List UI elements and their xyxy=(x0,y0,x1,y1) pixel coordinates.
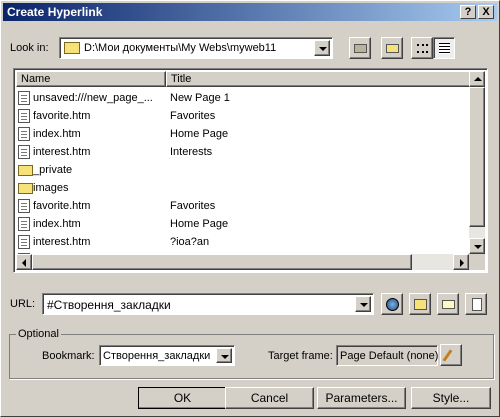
title-bar[interactable]: Create Hyperlink ? X xyxy=(3,3,497,21)
bookmark-combo[interactable]: Створення_закладки xyxy=(99,345,235,366)
chevron-down-icon[interactable] xyxy=(314,40,330,56)
file-icon xyxy=(18,145,30,159)
target-frame-value: Page Default (none) xyxy=(340,350,439,362)
folder-search-icon xyxy=(414,299,427,310)
list-item-title: Favorites xyxy=(170,200,216,212)
list-item-title: Favorites xyxy=(170,110,216,122)
lookin-combo[interactable]: D:\Мои документы\My Webs\myweb11 xyxy=(59,37,333,59)
envelope-icon xyxy=(442,300,455,309)
list-view-button[interactable] xyxy=(411,37,433,59)
browse-file-button[interactable] xyxy=(409,293,431,315)
list-item[interactable]: interest.htm Interests xyxy=(16,143,472,161)
file-icon xyxy=(18,91,30,105)
scroll-thumb[interactable] xyxy=(469,87,485,227)
parameters-button[interactable]: Parameters... xyxy=(317,387,406,409)
new-folder-icon xyxy=(386,44,399,53)
column-header-title[interactable]: Title xyxy=(166,71,471,87)
edit-target-button[interactable] xyxy=(440,344,462,366)
scroll-left-button[interactable] xyxy=(16,254,32,270)
hscroll-thumb[interactable] xyxy=(32,254,412,270)
list-item-name: index.htm xyxy=(33,218,81,230)
list-item[interactable]: interest.htm ?ioa?an xyxy=(16,233,472,251)
optional-legend: Optional xyxy=(16,328,61,340)
list-item-name: unsaved:///new_page_... xyxy=(33,92,153,104)
list-item-name: _private xyxy=(33,164,73,176)
list-item-title: ?ioa?an xyxy=(170,236,210,248)
url-label: URL: xyxy=(10,298,35,310)
target-frame-label: Target frame: xyxy=(268,350,333,362)
list-item-title: Home Page xyxy=(170,218,229,230)
file-icon xyxy=(18,235,30,249)
ok-button[interactable]: OK xyxy=(138,387,227,409)
list-item[interactable]: index.htm Home Page xyxy=(16,125,472,143)
file-icon xyxy=(18,127,30,141)
browse-web-button[interactable] xyxy=(381,293,403,315)
lookin-label: Look in: xyxy=(10,42,49,54)
list-item-name: favorite.htm xyxy=(33,110,91,122)
up-folder-icon xyxy=(354,44,367,53)
new-folder-button[interactable] xyxy=(381,37,403,59)
style-button[interactable]: Style... xyxy=(411,387,491,409)
new-page-icon xyxy=(472,298,482,311)
list-item-name: favorite.htm xyxy=(33,200,91,212)
list-item-title: Home Page xyxy=(170,128,229,140)
list-item[interactable]: favorite.htm Favorites xyxy=(16,197,472,215)
list-item-name: interest.htm xyxy=(33,236,91,248)
create-hyperlink-dialog: Create Hyperlink ? X Look in: D:\Мои док… xyxy=(0,0,500,417)
list-item-title: Interests xyxy=(170,146,213,158)
list-item-title: New Page 1 xyxy=(170,92,230,104)
list-view-icon xyxy=(417,44,428,53)
list-item[interactable]: images xyxy=(16,179,472,197)
chevron-down-icon[interactable] xyxy=(355,296,371,312)
url-value: #Створення_закладки xyxy=(47,298,171,312)
cancel-button[interactable]: Cancel xyxy=(225,387,314,409)
list-item[interactable]: favorite.htm Favorites xyxy=(16,107,472,125)
up-folder-button[interactable] xyxy=(349,37,371,59)
folder-icon xyxy=(18,165,33,176)
scroll-down-button[interactable] xyxy=(469,238,485,254)
window-title: Create Hyperlink xyxy=(7,5,103,19)
email-link-button[interactable] xyxy=(437,293,459,315)
column-header-name[interactable]: Name xyxy=(16,71,166,87)
file-icon xyxy=(18,199,30,213)
horizontal-scrollbar[interactable] xyxy=(16,254,469,270)
folder-icon xyxy=(18,183,33,194)
globe-icon xyxy=(386,298,399,311)
chevron-down-icon[interactable] xyxy=(216,348,232,363)
details-view-icon xyxy=(439,43,450,54)
bookmark-value: Створення_закладки xyxy=(103,350,211,362)
file-icon xyxy=(18,109,30,123)
help-button[interactable]: ? xyxy=(460,5,476,19)
url-label-text: URL: xyxy=(10,298,36,310)
close-button[interactable]: X xyxy=(478,5,494,19)
list-item[interactable]: _private xyxy=(16,161,472,179)
folder-icon xyxy=(64,42,80,54)
vertical-scrollbar[interactable] xyxy=(469,71,485,254)
scroll-right-button[interactable] xyxy=(453,254,469,270)
details-view-button[interactable] xyxy=(433,37,455,59)
target-frame-field: Page Default (none) xyxy=(336,345,438,366)
new-page-button[interactable] xyxy=(465,293,487,315)
file-list[interactable]: Name Title unsaved:///new_page_... New Pa… xyxy=(13,68,488,273)
url-input[interactable]: #Створення_закладки xyxy=(42,293,374,315)
pencil-icon xyxy=(442,349,453,362)
scroll-corner xyxy=(469,254,485,270)
list-item[interactable]: unsaved:///new_page_... New Page 1 xyxy=(16,89,472,107)
lookin-path: D:\Мои документы\My Webs\myweb11 xyxy=(84,42,277,54)
bookmark-label: Bookmark: xyxy=(42,350,95,362)
list-item[interactable]: index.htm Home Page xyxy=(16,215,472,233)
list-item-name: images xyxy=(33,182,69,194)
list-item-name: interest.htm xyxy=(33,146,91,158)
file-icon xyxy=(18,217,30,231)
scroll-up-button[interactable] xyxy=(469,71,485,87)
optional-group: Optional Bookmark: Створення_закладки Ta… xyxy=(9,328,494,379)
list-item-name: index.htm xyxy=(33,128,81,140)
